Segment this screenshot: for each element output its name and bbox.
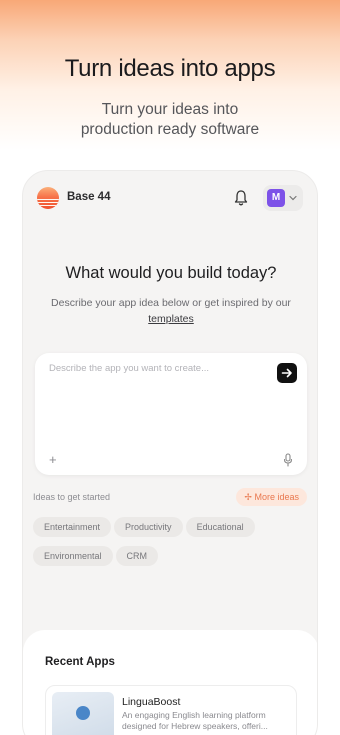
- ideas-label: Ideas to get started: [33, 492, 111, 502]
- more-ideas-button[interactable]: ✢ More ideas: [236, 488, 307, 506]
- app-card[interactable]: LinguaBoost An engaging English learning…: [45, 685, 297, 735]
- chip-crm[interactable]: CRM: [115, 546, 159, 566]
- app-name: LinguaBoost: [122, 696, 181, 708]
- description-text: Describe your app idea below or get insp…: [51, 297, 291, 309]
- prompt-input[interactable]: [49, 363, 259, 374]
- recent-apps-section: Recent Apps LinguaBoost An engaging Engl…: [23, 630, 317, 735]
- hero-title: Turn ideas into apps: [64, 55, 276, 82]
- chip-educational[interactable]: Educational: [185, 517, 255, 537]
- account-menu-button[interactable]: M: [263, 185, 303, 211]
- hero-subtitle-line-1: Turn your ideas into: [101, 101, 239, 118]
- hero-section: Turn ideas into apps Turn your ideas int…: [0, 0, 340, 160]
- chip-entertainment[interactable]: Entertainment: [33, 517, 112, 537]
- prompt-card: +: [35, 353, 307, 475]
- more-ideas-label: More ideas: [254, 492, 299, 502]
- app-thumbnail-logo-icon: [76, 706, 90, 720]
- bell-icon[interactable]: [233, 189, 249, 207]
- app-thumbnail: [52, 692, 114, 735]
- top-bar: Base 44 M: [37, 185, 303, 211]
- add-attachment-button[interactable]: +: [49, 453, 57, 467]
- arrow-right-icon: [281, 368, 292, 378]
- send-button[interactable]: [277, 363, 297, 383]
- idea-chips: Entertainment Productivity Educational Envi…: [33, 517, 309, 575]
- page-headline: What would you build today?: [65, 264, 277, 282]
- hero-subtitle-line-2: production ready software: [80, 121, 260, 138]
- page-description: Describe your app idea below or get insp…: [31, 295, 311, 327]
- sparkle-icon: ✢: [244, 492, 252, 502]
- recent-apps-title: Recent Apps: [45, 656, 115, 668]
- microphone-icon[interactable]: [283, 453, 293, 467]
- brand-name: Base 44: [67, 191, 111, 203]
- hero-subtitle: Turn your ideas into production ready so…: [0, 100, 340, 140]
- chip-productivity[interactable]: Productivity: [114, 517, 183, 537]
- avatar: M: [267, 189, 285, 207]
- app-screen: Base 44 M What would you build today? De…: [22, 170, 318, 735]
- chevron-down-icon: [289, 195, 297, 201]
- templates-link[interactable]: templates: [148, 313, 194, 325]
- logo-icon: [37, 187, 59, 209]
- chip-environmental[interactable]: Environmental: [33, 546, 113, 566]
- app-description: An engaging English learning platform de…: [122, 710, 268, 731]
